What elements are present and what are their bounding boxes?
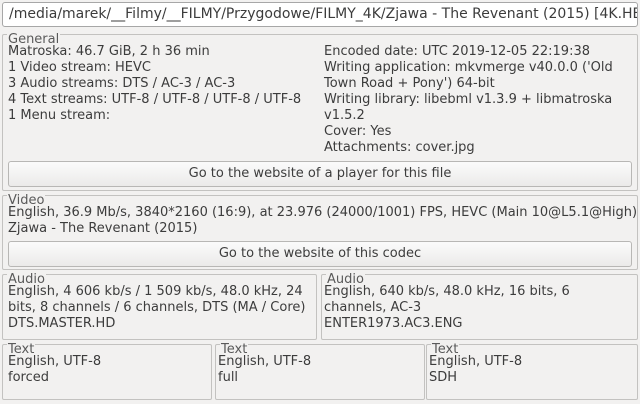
text-title-1: forced	[8, 370, 49, 385]
general-right-info: Encoded date: UTC 2019-12-05 22:19:38 Wr…	[324, 44, 632, 156]
player-website-button[interactable]: Go to the website of a player for this f…	[8, 161, 632, 187]
writing-application: Writing application: mkvmerge v40.0.0 ('…	[324, 60, 613, 91]
text-title-2: full	[218, 370, 239, 385]
text-group-3: Text English, UTF-8 SDH	[426, 343, 638, 400]
writing-library: Writing library: libebml v1.3.9 + libmat…	[324, 92, 613, 123]
audio-description-2: English, 640 kb/s, 48.0 kHz, 16 bits, 6 …	[324, 284, 570, 315]
video-group: Video English, 36.9 Mb/s, 3840*2160 (16:…	[2, 194, 638, 270]
general-left-info: Matroska: 46.7 GiB, 2 h 36 min 1 Video s…	[8, 44, 308, 124]
general-audio-count: 3 Audio streams: DTS / AC-3 / AC-3	[8, 76, 236, 91]
text-info-3: English, UTF-8 SDH	[429, 354, 629, 386]
general-video-count: 1 Video stream: HEVC	[8, 60, 151, 75]
encoded-date: Encoded date: UTC 2019-12-05 22:19:38	[324, 44, 590, 59]
attachments-info: Attachments: cover.jpg	[324, 140, 475, 155]
general-menu-count: 1 Menu stream:	[8, 108, 111, 123]
text-info-2: English, UTF-8 full	[218, 354, 418, 386]
cover-info: Cover: Yes	[324, 124, 392, 139]
text-description-2: English, UTF-8	[218, 354, 312, 369]
file-path-field[interactable]: /media/marek/__Filmy/__FILMY/Przygodowe/…	[2, 2, 638, 27]
text-group-2: Text English, UTF-8 full	[215, 343, 425, 400]
video-info: English, 36.9 Mb/s, 3840*2160 (16:9), at…	[8, 205, 638, 237]
text-description-1: English, UTF-8	[8, 354, 102, 369]
general-text-count: 4 Text streams: UTF-8 / UTF-8 / UTF-8 / …	[8, 92, 302, 107]
video-title: Zjawa - The Revenant (2015)	[8, 221, 198, 236]
audio-group-2: Audio English, 640 kb/s, 48.0 kHz, 16 bi…	[321, 273, 638, 340]
audio-info-1: English, 4 606 kb/s / 1 509 kb/s, 48.0 k…	[8, 284, 308, 332]
audio-title-1: DTS.MASTER.HD	[8, 316, 116, 331]
codec-website-button[interactable]: Go to the website of this codec	[8, 241, 632, 267]
general-group: General Matroska: 46.7 GiB, 2 h 36 min 1…	[2, 33, 638, 191]
audio-title-2: ENTER1973.AC3.ENG	[324, 316, 463, 331]
text-description-3: English, UTF-8	[429, 354, 523, 369]
audio-group-1: Audio English, 4 606 kb/s / 1 509 kb/s, …	[2, 273, 317, 340]
text-title-3: SDH	[429, 370, 458, 385]
text-info-1: English, UTF-8 forced	[8, 354, 208, 386]
audio-description-1: English, 4 606 kb/s / 1 509 kb/s, 48.0 k…	[8, 284, 306, 315]
text-group-1: Text English, UTF-8 forced	[2, 343, 212, 400]
audio-info-2: English, 640 kb/s, 48.0 kHz, 16 bits, 6 …	[324, 284, 632, 332]
video-description: English, 36.9 Mb/s, 3840*2160 (16:9), at…	[8, 205, 638, 220]
general-container-info: Matroska: 46.7 GiB, 2 h 36 min	[8, 44, 210, 59]
